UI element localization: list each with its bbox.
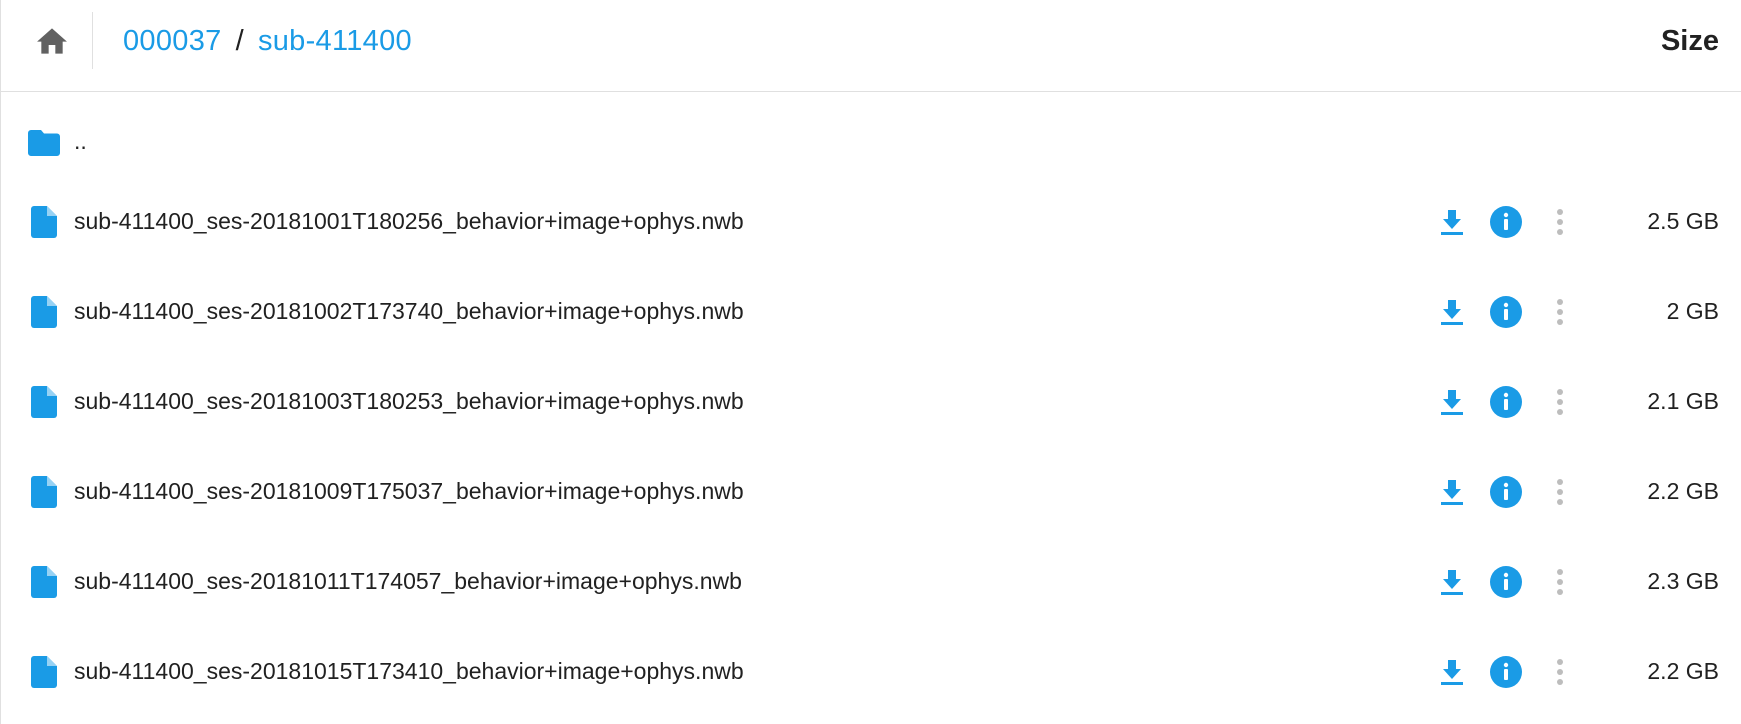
file-icon: [27, 205, 61, 239]
info-icon: [1490, 476, 1522, 508]
info-icon: [1490, 206, 1522, 238]
info-button[interactable]: [1489, 565, 1523, 599]
file-name[interactable]: sub-411400_ses-20181002T173740_behavior+…: [74, 271, 744, 351]
file-name[interactable]: sub-411400_ses-20181003T180253_behavior+…: [74, 361, 744, 441]
more-options-button[interactable]: [1543, 295, 1577, 329]
more-options-button[interactable]: [1543, 475, 1577, 509]
file-row[interactable]: sub-411400_ses-20181015T173410_behavior+…: [1, 631, 1741, 711]
info-button[interactable]: [1489, 385, 1523, 419]
download-icon: [1441, 660, 1463, 685]
download-button[interactable]: [1435, 385, 1469, 419]
size-column-header: Size: [1660, 24, 1719, 57]
breadcrumb-subject-folder[interactable]: sub-411400: [258, 25, 412, 58]
file-row[interactable]: sub-411400_ses-20181003T180253_behavior+…: [1, 361, 1741, 441]
download-button[interactable]: [1435, 655, 1469, 689]
file-name[interactable]: sub-411400_ses-20181009T175037_behavior+…: [74, 451, 744, 531]
breadcrumb-separator: /: [235, 24, 244, 57]
more-vert-icon: [1557, 299, 1563, 325]
file-row[interactable]: sub-411400_ses-20181001T180256_behavior+…: [1, 181, 1741, 261]
download-button[interactable]: [1435, 475, 1469, 509]
more-options-button[interactable]: [1543, 205, 1577, 239]
file-icon: [27, 475, 61, 509]
info-icon: [1490, 386, 1522, 418]
more-vert-icon: [1557, 209, 1563, 235]
file-size: 2.2 GB: [1647, 477, 1719, 504]
home-button[interactable]: [35, 26, 69, 56]
info-icon: [1490, 656, 1522, 688]
parent-folder-row[interactable]: ..: [1, 101, 1741, 181]
info-button[interactable]: [1489, 295, 1523, 329]
download-icon: [1441, 390, 1463, 415]
file-size: 2 GB: [1666, 297, 1719, 324]
breadcrumb-dandiset[interactable]: 000037: [123, 25, 222, 58]
breadcrumb: 000037 / sub-411400: [123, 18, 412, 64]
file-name[interactable]: sub-411400_ses-20181001T180256_behavior+…: [74, 181, 744, 261]
more-options-button[interactable]: [1543, 565, 1577, 599]
folder-icon: [27, 125, 61, 159]
file-size: 2.3 GB: [1647, 567, 1719, 594]
parent-folder-label[interactable]: ..: [74, 101, 87, 181]
file-size: 2.2 GB: [1647, 657, 1719, 684]
file-row[interactable]: sub-411400_ses-20181009T175037_behavior+…: [1, 451, 1741, 531]
info-button[interactable]: [1489, 655, 1523, 689]
download-icon: [1441, 570, 1463, 595]
download-icon: [1441, 210, 1463, 235]
home-icon: [37, 28, 67, 54]
more-vert-icon: [1557, 569, 1563, 595]
more-vert-icon: [1557, 659, 1563, 685]
download-button[interactable]: [1435, 205, 1469, 239]
header-divider: [92, 12, 93, 69]
download-icon: [1441, 300, 1463, 325]
file-row[interactable]: sub-411400_ses-20181011T174057_behavior+…: [1, 541, 1741, 621]
more-options-button[interactable]: [1543, 655, 1577, 689]
file-icon: [27, 655, 61, 689]
file-name[interactable]: sub-411400_ses-20181015T173410_behavior+…: [74, 631, 744, 711]
more-vert-icon: [1557, 389, 1563, 415]
file-icon: [27, 295, 61, 329]
info-button[interactable]: [1489, 205, 1523, 239]
file-name[interactable]: sub-411400_ses-20181011T174057_behavior+…: [74, 541, 742, 621]
file-icon: [27, 385, 61, 419]
file-row[interactable]: sub-411400_ses-20181002T173740_behavior+…: [1, 271, 1741, 351]
info-icon: [1490, 566, 1522, 598]
file-icon: [27, 565, 61, 599]
file-size: 2.5 GB: [1647, 207, 1719, 234]
more-options-button[interactable]: [1543, 385, 1577, 419]
download-icon: [1441, 480, 1463, 505]
info-icon: [1490, 296, 1522, 328]
download-button[interactable]: [1435, 565, 1469, 599]
file-browser: 000037 / sub-411400 Size .. sub-411400_s…: [0, 0, 1741, 724]
file-size: 2.1 GB: [1647, 387, 1719, 414]
info-button[interactable]: [1489, 475, 1523, 509]
more-vert-icon: [1557, 479, 1563, 505]
download-button[interactable]: [1435, 295, 1469, 329]
file-browser-header: 000037 / sub-411400 Size: [1, 0, 1741, 92]
